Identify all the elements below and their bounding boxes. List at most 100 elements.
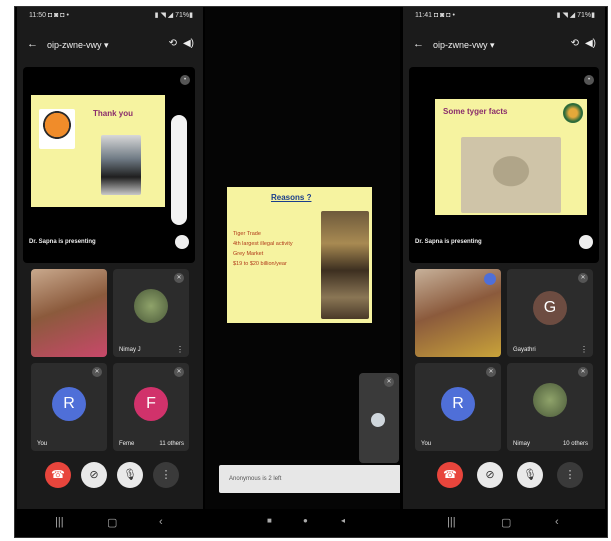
recent-apps-icon[interactable]: ||| <box>55 516 64 528</box>
participant-name: Nimay <box>513 441 531 447</box>
self-avatar <box>371 413 385 427</box>
slide-bullet: Grey Market <box>233 251 264 257</box>
android-nav-bar: ■ ● ◂ <box>205 509 400 537</box>
others-count: 10 others <box>562 441 588 447</box>
slide-bullet: 4th largest illegal activity <box>233 241 293 247</box>
avatar: F <box>134 387 168 421</box>
pin-icon[interactable]: • <box>584 75 594 85</box>
presentation-slide: Reasons ? Tiger Trade 4th largest illega… <box>227 187 372 323</box>
call-controls: ☎ ⊘ 🎙 ⋮ <box>403 462 605 496</box>
home-icon[interactable]: ▢ <box>501 516 511 529</box>
camera-off-button[interactable]: ⊘ <box>81 462 107 488</box>
pawprint-photo <box>461 137 561 213</box>
slide-photo <box>321 211 369 319</box>
more-vert-icon[interactable]: ⋮ <box>580 345 588 354</box>
avatar <box>134 289 168 323</box>
status-bar: 11:50 ◘ ◙ ◘ • ▮ ◥ ◢ 71%▮ <box>17 7 203 25</box>
recent-apps-icon[interactable]: ||| <box>447 516 456 528</box>
slide-title: Some tyger facts <box>443 107 508 116</box>
status-icons: ▮ ◥ ◢ 71%▮ <box>556 12 595 19</box>
participant-video <box>31 269 107 357</box>
nav-dot-icon[interactable]: ◂ <box>341 516 345 525</box>
status-time: 11:41 ◘ ◙ ◘ • <box>415 12 455 19</box>
caption-bar: Anonymous is 2 left <box>219 465 400 493</box>
phone-screen-2: Reasons ? Tiger Trade 4th largest illega… <box>205 7 400 537</box>
participant-tile[interactable]: ✕ R You <box>31 363 107 451</box>
mic-off-icon: ✕ <box>384 377 394 387</box>
meeting-code[interactable]: oip-zwne-vwy ▾ <box>47 40 109 51</box>
end-call-button[interactable]: ☎ <box>437 462 463 488</box>
pin-icon[interactable]: • <box>180 75 190 85</box>
call-controls: ☎ ⊘ 🎙 ⋮ <box>17 462 203 496</box>
fullscreen-icon[interactable] <box>175 235 189 249</box>
slide-title: Thank you <box>93 109 134 118</box>
presentation-view: • Thank you Dr. Sapna is presenting <box>23 67 195 263</box>
avatar <box>533 383 567 417</box>
slide-bullet-list: Tiger Trade 4th largest illegal activity… <box>233 229 293 269</box>
speaking-indicator-icon <box>484 273 496 285</box>
android-nav-bar: ||| ▢ ‹ <box>17 509 203 537</box>
participant-name: Feme <box>119 441 135 447</box>
status-bar <box>205 7 400 25</box>
slide-title: Reasons ? <box>271 193 312 202</box>
meeting-code[interactable]: oip-zwne-vwy ▾ <box>433 40 495 51</box>
participant-tile[interactable]: ✕ G Gayathri ⋮ <box>507 269 593 357</box>
speaker-icon[interactable]: ◀) <box>183 38 194 49</box>
screenshot-frame: 11:50 ◘ ◙ ◘ • ▮ ◥ ◢ 71%▮ ← oip-zwne-vwy … <box>14 6 608 538</box>
participant-tile[interactable]: ✕ F Feme 11 others <box>113 363 189 451</box>
participant-tile[interactable] <box>415 269 501 357</box>
presentation-view: • Some tyger facts Dr. Sapna is presenti… <box>409 67 599 263</box>
side-scroll-panel[interactable] <box>171 115 187 225</box>
slide-bullet: Tiger Trade <box>233 231 261 237</box>
others-count: 11 others <box>159 441 184 447</box>
more-vert-icon[interactable]: ⋮ <box>176 345 184 354</box>
back-arrow-icon[interactable]: ← <box>413 38 424 50</box>
nav-dot-icon[interactable]: ● <box>303 516 308 525</box>
mic-off-icon: ✕ <box>578 367 588 377</box>
participant-name: You <box>421 441 432 447</box>
android-nav-bar: ||| ▢ ‹ <box>403 509 605 537</box>
participant-name: You <box>37 441 48 447</box>
camera-switch-icon[interactable]: ⟲ <box>169 38 177 49</box>
emblem-image <box>563 103 583 123</box>
presentation-slide: Thank you <box>31 95 165 207</box>
participant-tile[interactable]: ✕ Nimay 10 others <box>507 363 593 451</box>
mic-off-icon: ✕ <box>578 273 588 283</box>
nav-back-icon[interactable]: ‹ <box>555 516 559 528</box>
back-arrow-icon[interactable]: ← <box>27 38 38 50</box>
presentation-slide: Some tyger facts <box>435 99 587 215</box>
camera-switch-icon[interactable]: ⟲ <box>571 38 579 49</box>
tiger-cartoon-image <box>39 109 75 149</box>
mic-button[interactable]: 🎙 <box>517 462 543 488</box>
more-options-button[interactable]: ⋮ <box>153 462 179 488</box>
nav-dot-icon[interactable]: ■ <box>267 516 272 525</box>
more-options-button[interactable]: ⋮ <box>557 462 583 488</box>
speaker-icon[interactable]: ◀) <box>585 38 596 49</box>
avatar: G <box>533 291 567 325</box>
mic-button[interactable]: 🎙 <box>117 462 143 488</box>
participant-tile[interactable] <box>31 269 107 357</box>
participant-name: Gayathri <box>513 347 536 353</box>
slide-bullet: $19 to $20 billion/year <box>233 261 287 267</box>
avatar: R <box>52 387 86 421</box>
nav-back-icon[interactable]: ‹ <box>159 516 163 528</box>
participant-name: Nimay J <box>119 347 141 353</box>
mic-off-icon: ✕ <box>92 367 102 377</box>
camera-off-button[interactable]: ⊘ <box>477 462 503 488</box>
participant-tile[interactable]: ✕ Nimay J ⋮ <box>113 269 189 357</box>
end-call-button[interactable]: ☎ <box>45 462 71 488</box>
home-icon[interactable]: ▢ <box>107 516 117 529</box>
phone-screen-1: 11:50 ◘ ◙ ◘ • ▮ ◥ ◢ 71%▮ ← oip-zwne-vwy … <box>17 7 203 537</box>
fullscreen-icon[interactable] <box>579 235 593 249</box>
meeting-header: ← oip-zwne-vwy ▾ ⟲ ◀) <box>403 37 605 57</box>
mic-off-icon: ✕ <box>174 367 184 377</box>
presenting-label: Dr. Sapna is presenting <box>29 239 96 245</box>
participant-tile[interactable]: ✕ R You <box>415 363 501 451</box>
phone-screen-3: 11:41 ◘ ◙ ◘ • ▮ ◥ ◢ 71%▮ ← oip-zwne-vwy … <box>403 7 605 537</box>
mic-off-icon: ✕ <box>174 273 184 283</box>
status-time: 11:50 ◘ ◙ ◘ • <box>29 12 69 19</box>
presenting-label: Dr. Sapna is presenting <box>415 239 482 245</box>
mic-off-icon: ✕ <box>486 367 496 377</box>
self-view-tile[interactable]: ✕ <box>359 373 399 463</box>
status-bar: 11:41 ◘ ◙ ◘ • ▮ ◥ ◢ 71%▮ <box>403 7 605 25</box>
